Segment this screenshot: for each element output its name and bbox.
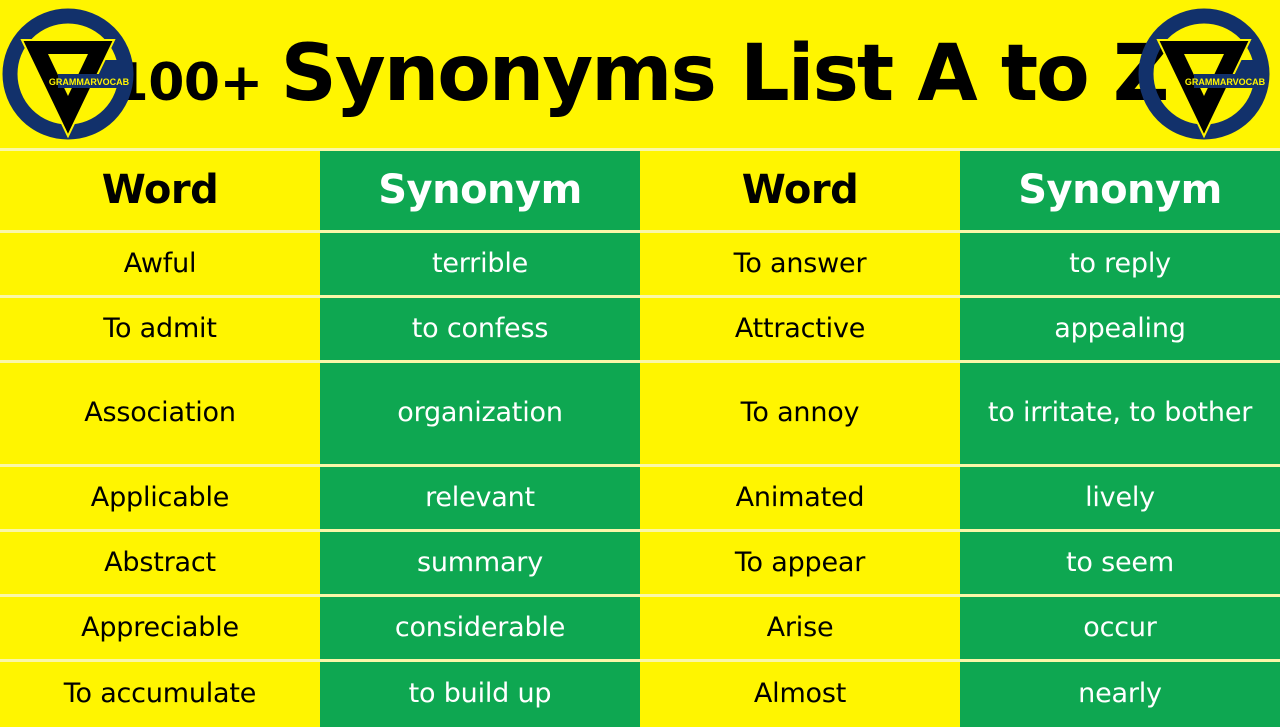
title-count: 100+ <box>112 53 264 113</box>
column-header-word-2: Word <box>640 151 960 230</box>
column-header-synonym-2: Synonym <box>960 151 1280 230</box>
cell-word-left: Awful <box>0 233 320 295</box>
cell-synonym-right: lively <box>960 467 1280 529</box>
cell-word-right: Attractive <box>640 298 960 360</box>
table-row: Applicable relevant Animated lively <box>0 467 1280 532</box>
table-row: Association organization To annoy to irr… <box>0 363 1280 467</box>
cell-word-left: Applicable <box>0 467 320 529</box>
grammarvocab-logo-left: GRAMMARVOCAB <box>2 8 134 140</box>
table-row: Awful terrible To answer to reply <box>0 233 1280 298</box>
cell-synonym-left: summary <box>320 532 640 594</box>
grammarvocab-logo-right: GRAMMARVOCAB <box>1138 8 1270 140</box>
cell-word-right: Arise <box>640 597 960 659</box>
cell-synonym-right: occur <box>960 597 1280 659</box>
cell-synonym-left: terrible <box>320 233 640 295</box>
cell-word-left: Appreciable <box>0 597 320 659</box>
table-header-row: Word Synonym Word Synonym <box>0 151 1280 233</box>
table-row: Abstract summary To appear to seem <box>0 532 1280 597</box>
cell-word-right: To appear <box>640 532 960 594</box>
cell-word-right: To annoy <box>640 363 960 464</box>
column-header-synonym-1: Synonym <box>320 151 640 230</box>
title-block: 100+ Synonyms List A to Z <box>0 35 1280 113</box>
cell-word-left: To accumulate <box>0 662 320 727</box>
cell-synonym-right: to irritate, to bother <box>960 363 1280 464</box>
column-header-word-1: Word <box>0 151 320 230</box>
cell-word-right: Animated <box>640 467 960 529</box>
logo-wordmark-left: GRAMMARVOCAB <box>49 77 130 87</box>
cell-synonym-right: to seem <box>960 532 1280 594</box>
cell-word-right: Almost <box>640 662 960 727</box>
cell-synonym-left: to confess <box>320 298 640 360</box>
synonyms-infographic: GRAMMARVOCAB 100+ Synonyms List A to Z G… <box>0 0 1280 727</box>
synonyms-table: Word Synonym Word Synonym Awful terrible… <box>0 148 1280 727</box>
logo-wordmark-right: GRAMMARVOCAB <box>1185 77 1266 87</box>
table-row: To accumulate to build up Almost nearly <box>0 662 1280 727</box>
page-title: Synonyms List A to Z <box>280 29 1170 119</box>
table-row: Appreciable considerable Arise occur <box>0 597 1280 662</box>
cell-word-left: Association <box>0 363 320 464</box>
cell-synonym-right: appealing <box>960 298 1280 360</box>
cell-synonym-left: organization <box>320 363 640 464</box>
cell-word-left: To admit <box>0 298 320 360</box>
header-banner: GRAMMARVOCAB 100+ Synonyms List A to Z G… <box>0 0 1280 148</box>
cell-word-left: Abstract <box>0 532 320 594</box>
cell-synonym-right: nearly <box>960 662 1280 727</box>
cell-synonym-left: relevant <box>320 467 640 529</box>
table-row: To admit to confess Attractive appealing <box>0 298 1280 363</box>
cell-word-right: To answer <box>640 233 960 295</box>
cell-synonym-left: considerable <box>320 597 640 659</box>
cell-synonym-right: to reply <box>960 233 1280 295</box>
cell-synonym-left: to build up <box>320 662 640 727</box>
